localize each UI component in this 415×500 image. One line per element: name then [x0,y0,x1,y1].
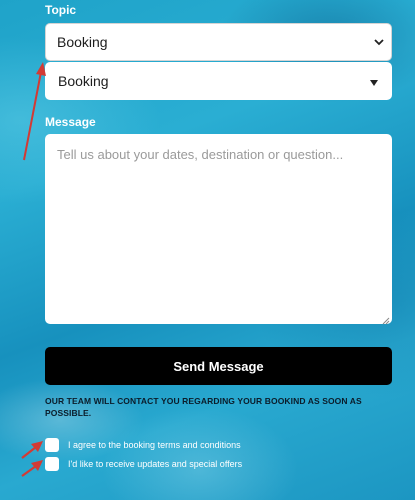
contact-notice: OUR TEAM WILL CONTACT YOU REGARDING YOUR… [45,396,362,418]
terms-checkbox[interactable] [45,438,59,452]
topic-native-select-value: Booking [57,34,108,50]
offers-checkbox-label[interactable]: I'd like to receive updates and special … [68,459,242,469]
topic-custom-select-value: Booking [58,73,109,89]
chevron-down-icon [373,35,385,49]
resize-grip-icon[interactable] [381,313,390,325]
offers-checkbox[interactable] [45,457,59,471]
message-textarea[interactable]: Tell us about your dates, destination or… [45,134,392,325]
topic-label: Topic [45,3,77,17]
topic-custom-select[interactable]: Booking [45,62,392,100]
send-message-button[interactable]: Send Message [45,347,392,385]
message-label: Message [45,115,96,129]
offers-checkbox-row[interactable]: I'd like to receive updates and special … [45,457,242,471]
caret-down-icon [369,75,379,86]
topic-native-select[interactable]: Booking [45,23,392,61]
message-placeholder: Tell us about your dates, destination or… [57,147,344,162]
terms-checkbox-row[interactable]: I agree to the booking terms and conditi… [45,438,241,452]
terms-checkbox-label[interactable]: I agree to the booking terms and conditi… [68,440,241,450]
